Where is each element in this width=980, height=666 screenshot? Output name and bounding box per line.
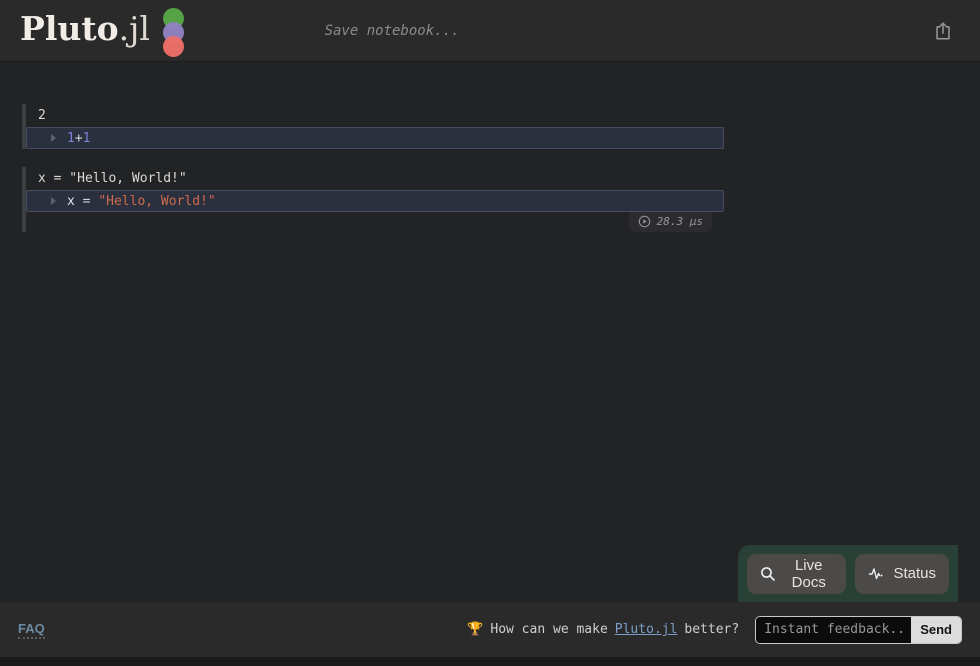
logo-circle-red — [163, 36, 184, 57]
trophy-icon: 🏆 — [467, 622, 483, 637]
code-token: + — [75, 131, 83, 146]
fold-marker-icon — [51, 134, 56, 142]
bottom-strip — [0, 657, 980, 666]
feedback-text-before: How can we make — [490, 622, 607, 637]
feedback-form: Send — [755, 616, 962, 644]
feedback-text-after: better? — [684, 622, 739, 637]
pluto-logo: Pluto.jl — [20, 4, 187, 58]
cell-runtime: 28.3 µs — [629, 212, 712, 232]
feedback-input[interactable] — [756, 617, 911, 643]
share-export-icon — [932, 20, 954, 42]
pulse-icon — [868, 566, 885, 582]
cell: x = "Hello, World!" x = "Hello, World!" … — [22, 167, 724, 232]
logo-word-jl: .jl — [119, 9, 150, 48]
code-token: 1 — [83, 131, 91, 146]
runtime-value: 28.3 µs — [657, 215, 703, 228]
feedback-prompt: 🏆 How can we make Pluto.jl better? — [467, 622, 739, 637]
pluto-logo-text: Pluto.jl — [20, 4, 150, 54]
code-token: = — [75, 194, 98, 209]
footer: FAQ 🏆 How can we make Pluto.jl better? S… — [0, 602, 980, 657]
send-button[interactable]: Send — [911, 617, 961, 643]
runtime-row: 28.3 µs — [26, 212, 724, 232]
helpbox: Live Docs Status — [738, 545, 958, 602]
code-token: x — [67, 194, 75, 209]
live-docs-label: Live Docs — [784, 557, 833, 591]
code-editor[interactable]: x = "Hello, World!" — [26, 190, 724, 212]
cell-output: 2 — [26, 104, 724, 127]
play-circle-icon[interactable] — [638, 215, 651, 228]
header: Pluto.jl — [0, 0, 980, 62]
fold-marker-icon — [51, 197, 56, 205]
code-token: 1 — [67, 131, 75, 146]
live-docs-button[interactable]: Live Docs — [747, 554, 846, 594]
save-notebook-input[interactable] — [282, 23, 502, 39]
status-button[interactable]: Status — [855, 554, 949, 594]
faq-link[interactable]: FAQ — [18, 621, 45, 639]
logo-word-pluto: Pluto — [20, 9, 119, 48]
pluto-jl-link[interactable]: Pluto.jl — [615, 622, 678, 637]
cell-output: x = "Hello, World!" — [26, 167, 724, 190]
cell: 2 1+1 — [22, 104, 724, 149]
pluto-logo-circles-icon — [161, 8, 187, 58]
notebook: 2 1+1 x = "Hello, World!" x = "Hello, Wo… — [22, 62, 724, 232]
status-label: Status — [893, 565, 936, 582]
feedback-area: 🏆 How can we make Pluto.jl better? Send — [467, 616, 962, 644]
code-editor[interactable]: 1+1 — [26, 127, 724, 149]
code-token: "Hello, World!" — [98, 194, 215, 209]
export-button[interactable] — [928, 16, 958, 46]
search-icon — [760, 566, 776, 582]
